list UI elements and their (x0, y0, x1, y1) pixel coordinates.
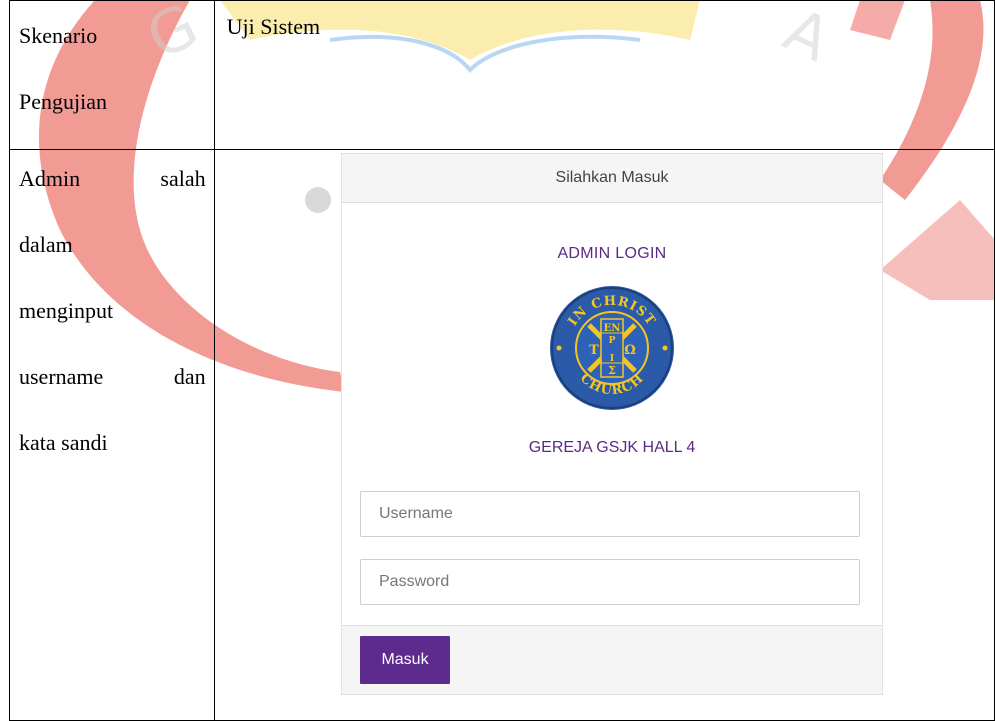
svg-text:P: P (609, 336, 616, 346)
login-header-text: Silahkan Masuk (555, 169, 669, 186)
case-line1: Admin salah (19, 146, 206, 212)
password-input[interactable] (360, 559, 860, 605)
scenario-label-line2: Pengujian (19, 89, 107, 114)
table-cell-case-description: Admin salah dalam menginput username dan… (9, 149, 215, 721)
church-name: GEREJA GSJK HALL 4 (528, 439, 696, 456)
case-line5: kata sandi (19, 430, 108, 455)
username-input[interactable] (360, 491, 860, 537)
case-line3: menginput (19, 298, 114, 323)
svg-text:T: T (589, 343, 599, 358)
login-submit-button[interactable]: Masuk (360, 636, 450, 684)
svg-text:I: I (610, 354, 614, 364)
case-line2: dalam (19, 232, 73, 257)
scenario-label-line1: Skenario (19, 23, 98, 48)
table-cell-scenario-label: Skenario Pengujian (9, 0, 215, 150)
login-panel: Silahkan Masuk ADMIN LOGIN IN CHRIST CHU… (341, 153, 883, 695)
svg-text:Σ: Σ (608, 364, 616, 377)
church-seal-logo: IN CHRIST CHURCH EN P T Ω I Σ (550, 286, 674, 410)
svg-text:EN: EN (604, 323, 621, 334)
case-line1-word1: Admin (19, 166, 81, 191)
scenario-value: Uji Sistem (226, 14, 321, 39)
case-line1-word2: salah (160, 166, 206, 191)
table-cell-scenario-value: Uji Sistem (213, 0, 995, 150)
login-panel-footer: Masuk (342, 625, 882, 694)
login-panel-header: Silahkan Masuk (342, 154, 882, 203)
admin-login-title: ADMIN LOGIN (557, 245, 667, 262)
case-line4: username dan (19, 344, 206, 410)
case-line4-word1: username (19, 364, 104, 389)
case-line4-word2: dan (173, 364, 206, 389)
svg-text:Ω: Ω (624, 343, 636, 358)
